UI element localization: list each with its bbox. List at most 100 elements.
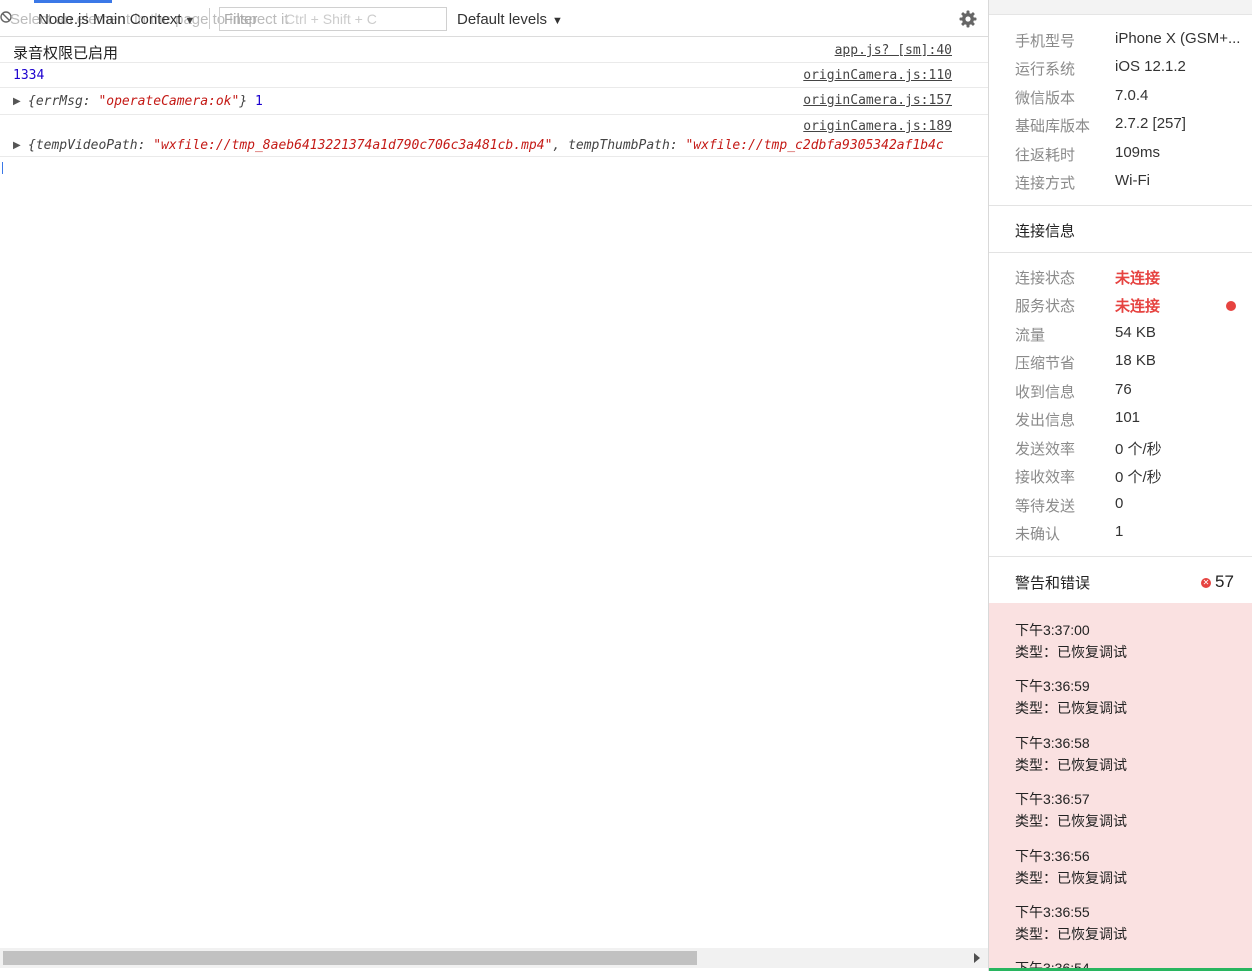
warning-type: 类型：已恢复调试 [1015,700,1127,716]
info-label: 未确认 [1015,526,1061,543]
console-prompt[interactable] [2,162,3,174]
object-value: "operateCamera:ok" [98,94,240,109]
object-value: "wxfile://tmp_8aeb6413221374a1d790c706c3… [153,138,553,153]
warning-item[interactable]: 下午3:36:59 类型：已恢复调试 [1015,675,1127,719]
connection-section-title: 连接信息 [1015,223,1076,240]
conn-row-sent: 发出信息 101 [989,409,1252,433]
gear-icon[interactable] [958,9,978,29]
info-value: 54 KB [1115,324,1156,341]
info-value: 18 KB [1115,352,1156,369]
info-row-lib-version: 基础库版本 2.7.2 [257] [989,115,1252,139]
info-label: 发出信息 [1015,412,1076,429]
panel-top-strip [989,0,1252,15]
info-value: 1 [1115,523,1124,540]
info-value: 109ms [1115,144,1161,161]
warning-time: 下午3:37:00 [1015,622,1090,638]
chevron-down-icon: ▼ [552,15,563,27]
console-toolbar: Select an element in the page to inspect… [0,0,988,37]
warning-type: 类型：已恢复调试 [1015,644,1127,660]
warning-item[interactable]: 下午3:36:55 类型：已恢复调试 [1015,901,1127,945]
conn-row-pending: 等待发送 0 [989,495,1252,519]
log-object[interactable]: {errMsg: "operateCamera:ok"} 1 [28,94,263,109]
conn-row-traffic: 流量 54 KB [989,324,1252,348]
console-message-row: 录音权限已启用 app.js? [sm]:40 [0,37,988,63]
warning-type: 类型：已恢复调试 [1015,870,1127,886]
horizontal-scrollbar[interactable] [0,948,988,968]
error-count: 57 [1215,572,1234,591]
log-source-link[interactable]: app.js? [sm]:40 [835,43,952,58]
info-label: 连接状态 [1015,270,1076,287]
conn-row-received: 收到信息 76 [989,381,1252,405]
info-label: 服务状态 [1015,298,1076,315]
warning-time: 下午3:36:56 [1015,848,1090,864]
error-icon: ✕ [1201,578,1211,588]
log-object[interactable]: {tempVideoPath: "wxfile://tmp_8aeb641322… [28,138,944,153]
console-pane: Select an element in the page to inspect… [0,0,988,971]
info-value: iPhone X (GSM+... [1115,30,1241,47]
expand-triangle-icon[interactable]: ▶ [13,140,21,151]
warning-time: 下午3:36:55 [1015,904,1090,920]
info-value: 2.7.2 [257] [1115,115,1186,132]
warning-item[interactable]: 下午3:37:00 类型：已恢复调试 [1015,619,1127,663]
warning-type: 类型：已恢复调试 [1015,813,1127,829]
filter-shortcut-hint: Ctrl + Shift + C [285,11,377,27]
warning-time: 下午3:36:59 [1015,678,1090,694]
info-label: 往返耗时 [1015,147,1076,164]
warning-type: 类型：已恢复调试 [1015,757,1127,773]
toolbar-divider [209,8,210,29]
info-row-device-model: 手机型号 iPhone X (GSM+... [989,30,1252,54]
log-levels-dropdown[interactable]: Default levels ▼ [457,11,563,28]
info-row-network: 连接方式 Wi-Fi [989,172,1252,196]
info-value: 0 个/秒 [1115,469,1162,486]
info-row-wechat-version: 微信版本 7.0.4 [989,87,1252,111]
warning-time: 下午3:36:57 [1015,791,1090,807]
log-source-link[interactable]: originCamera.js:189 [803,119,952,134]
status-dot-icon [1226,301,1236,311]
error-count-badge[interactable]: ✕ 57 [1201,572,1234,592]
section-divider [989,205,1252,206]
info-label: 流量 [1015,327,1046,344]
console-message-row: 1334 originCamera.js:110 [0,63,988,88]
section-divider [989,252,1252,253]
info-value: 7.0.4 [1115,87,1149,104]
info-value: 101 [1115,409,1141,426]
object-key: tempThumbPath [568,138,670,153]
info-label: 压缩节省 [1015,355,1076,372]
section-divider [989,556,1252,557]
warnings-section-title[interactable]: 警告和错误 [1015,572,1090,593]
log-number: 1334 [13,68,45,83]
console-message-row: ▶ {errMsg: "operateCamera:ok"} 1 originC… [0,88,988,115]
log-message: 录音权限已启用 [13,45,119,62]
info-value: 0 个/秒 [1115,441,1162,458]
warning-item[interactable]: 下午3:36:57 类型：已恢复调试 [1015,788,1127,832]
expand-triangle-icon[interactable]: ▶ [13,96,21,107]
conn-row-unacked: 未确认 1 [989,523,1252,547]
object-key: tempVideoPath [35,138,138,153]
warning-item[interactable]: 下午3:36:56 类型：已恢复调试 [1015,845,1127,889]
scrollbar-thumb[interactable] [3,951,697,965]
log-source-link[interactable]: originCamera.js:157 [803,93,952,108]
warning-list[interactable]: 下午3:37:00 类型：已恢复调试 下午3:36:59 类型：已恢复调试 下午… [989,603,1252,971]
info-label: 等待发送 [1015,498,1076,515]
conn-row-connection-status: 连接状态 未连接 [989,267,1252,291]
warning-time: 下午3:36:58 [1015,735,1090,751]
warning-type: 类型：已恢复调试 [1015,926,1127,942]
object-value: "wxfile://tmp_c2dbfa9305342af1b4c [685,138,944,153]
levels-label: Default levels [457,11,548,28]
info-label: 手机型号 [1015,33,1076,50]
conn-row-receive-rate: 接收效率 0 个/秒 [989,466,1252,490]
info-value: iOS 12.1.2 [1115,58,1186,75]
info-row-rtt: 往返耗时 109ms [989,144,1252,168]
info-value: 76 [1115,381,1132,398]
info-label: 基础库版本 [1015,118,1091,135]
info-label: 微信版本 [1015,90,1076,107]
log-source-link[interactable]: originCamera.js:110 [803,68,952,83]
info-label: 运行系统 [1015,61,1076,78]
context-label: Node.js Main Context [38,11,182,28]
info-value: Wi-Fi [1115,172,1150,189]
scroll-right-icon[interactable] [974,953,980,963]
warning-item[interactable]: 下午3:36:58 类型：已恢复调试 [1015,732,1127,776]
status-value: 未连接 [1115,298,1161,315]
info-label: 连接方式 [1015,175,1076,192]
context-selector[interactable]: Node.js Main Context ▼ [38,11,195,28]
